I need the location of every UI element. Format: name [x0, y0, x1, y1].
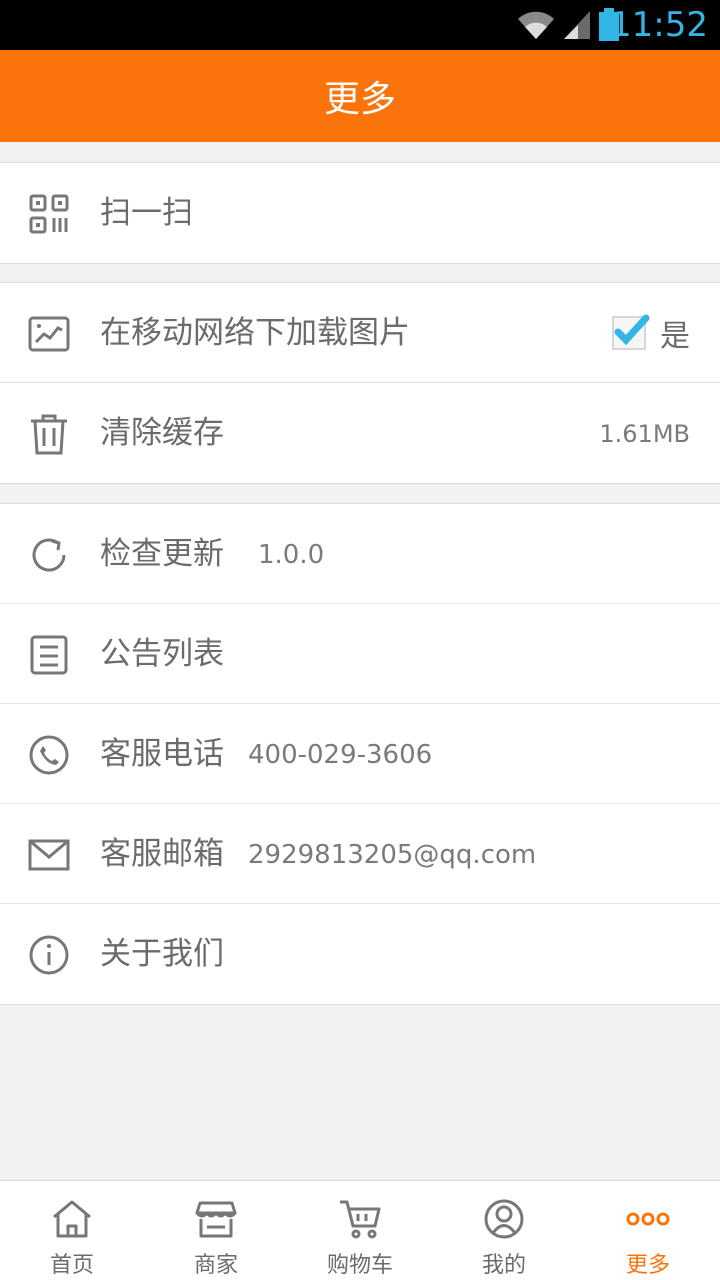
- trash-icon: [28, 413, 70, 455]
- user-icon: [482, 1197, 526, 1241]
- menu-label: 客服电话: [100, 736, 224, 772]
- tab-more[interactable]: 更多: [576, 1181, 720, 1280]
- menu-label: 清除缓存: [100, 415, 224, 451]
- phone-number[interactable]: 400-029-3606: [248, 738, 432, 772]
- menu-label: 检查更新: [100, 536, 224, 572]
- menu-item-about[interactable]: 关于我们: [0, 904, 720, 1004]
- checkbox-checked[interactable]: [612, 314, 650, 350]
- checkbox-label: 是: [660, 319, 690, 354]
- menu-item-scan[interactable]: 扫一扫: [0, 163, 720, 263]
- tab-label: 商家: [193, 1253, 238, 1278]
- refresh-icon: [28, 534, 70, 576]
- menu-label: 在移动网络下加载图片: [100, 315, 410, 351]
- tab-cart[interactable]: 购物车: [288, 1181, 432, 1280]
- clock: 11:52: [610, 5, 708, 45]
- menu-label: 公告列表: [100, 636, 224, 672]
- menu-group-info: 检查更新 1.0.0 公告列表 客服电话 400-029-3606 客服邮箱 2…: [0, 503, 720, 1005]
- menu-label: 客服邮箱: [100, 836, 224, 872]
- menu-item-clear-cache[interactable]: 清除缓存 1.61MB: [0, 383, 720, 483]
- more-icon: [626, 1197, 670, 1241]
- menu-item-phone[interactable]: 客服电话 400-029-3606: [0, 704, 720, 804]
- load-images-toggle[interactable]: 是: [612, 311, 690, 355]
- app-header: 更多: [0, 50, 720, 142]
- tab-stores[interactable]: 商家: [144, 1181, 288, 1280]
- tab-mine[interactable]: 我的: [432, 1181, 576, 1280]
- status-icons: [516, 8, 620, 42]
- menu-label: 扫一扫: [100, 195, 193, 231]
- menu-item-notices[interactable]: 公告列表: [0, 604, 720, 704]
- phone-icon: [28, 734, 70, 776]
- app-version: 1.0.0: [258, 540, 325, 570]
- checkmark-icon: [614, 314, 650, 346]
- mail-icon: [28, 834, 70, 876]
- tab-label: 首页: [49, 1253, 94, 1278]
- info-icon: [28, 934, 70, 976]
- bottom-tab-bar: 首页 商家 购物车 我的 更多: [0, 1180, 720, 1280]
- tab-label: 购物车: [326, 1253, 393, 1278]
- document-icon: [28, 634, 70, 676]
- tab-home[interactable]: 首页: [0, 1181, 144, 1280]
- menu-item-email[interactable]: 客服邮箱 2929813205@qq.com: [0, 804, 720, 904]
- image-icon: [28, 313, 70, 355]
- page-title: 更多: [323, 79, 396, 120]
- home-icon: [50, 1197, 94, 1241]
- menu-item-load-images[interactable]: 在移动网络下加载图片 是: [0, 283, 720, 383]
- email-address[interactable]: 2929813205@qq.com: [248, 838, 536, 872]
- cart-icon: [338, 1197, 382, 1241]
- tab-label: 更多: [625, 1253, 670, 1278]
- status-bar: 11:52: [0, 0, 720, 50]
- store-icon: [194, 1197, 238, 1241]
- menu-group-settings: 在移动网络下加载图片 是 清除缓存 1.61MB: [0, 282, 720, 484]
- wifi-icon: [518, 11, 554, 39]
- cache-size: 1.61MB: [599, 420, 690, 448]
- signal-icon: [564, 11, 590, 39]
- tab-label: 我的: [481, 1253, 526, 1278]
- qr-code-icon: [28, 193, 70, 235]
- menu-label: 关于我们: [100, 936, 224, 972]
- menu-group-scan: 扫一扫: [0, 162, 720, 264]
- menu-item-check-update[interactable]: 检查更新 1.0.0: [0, 504, 720, 604]
